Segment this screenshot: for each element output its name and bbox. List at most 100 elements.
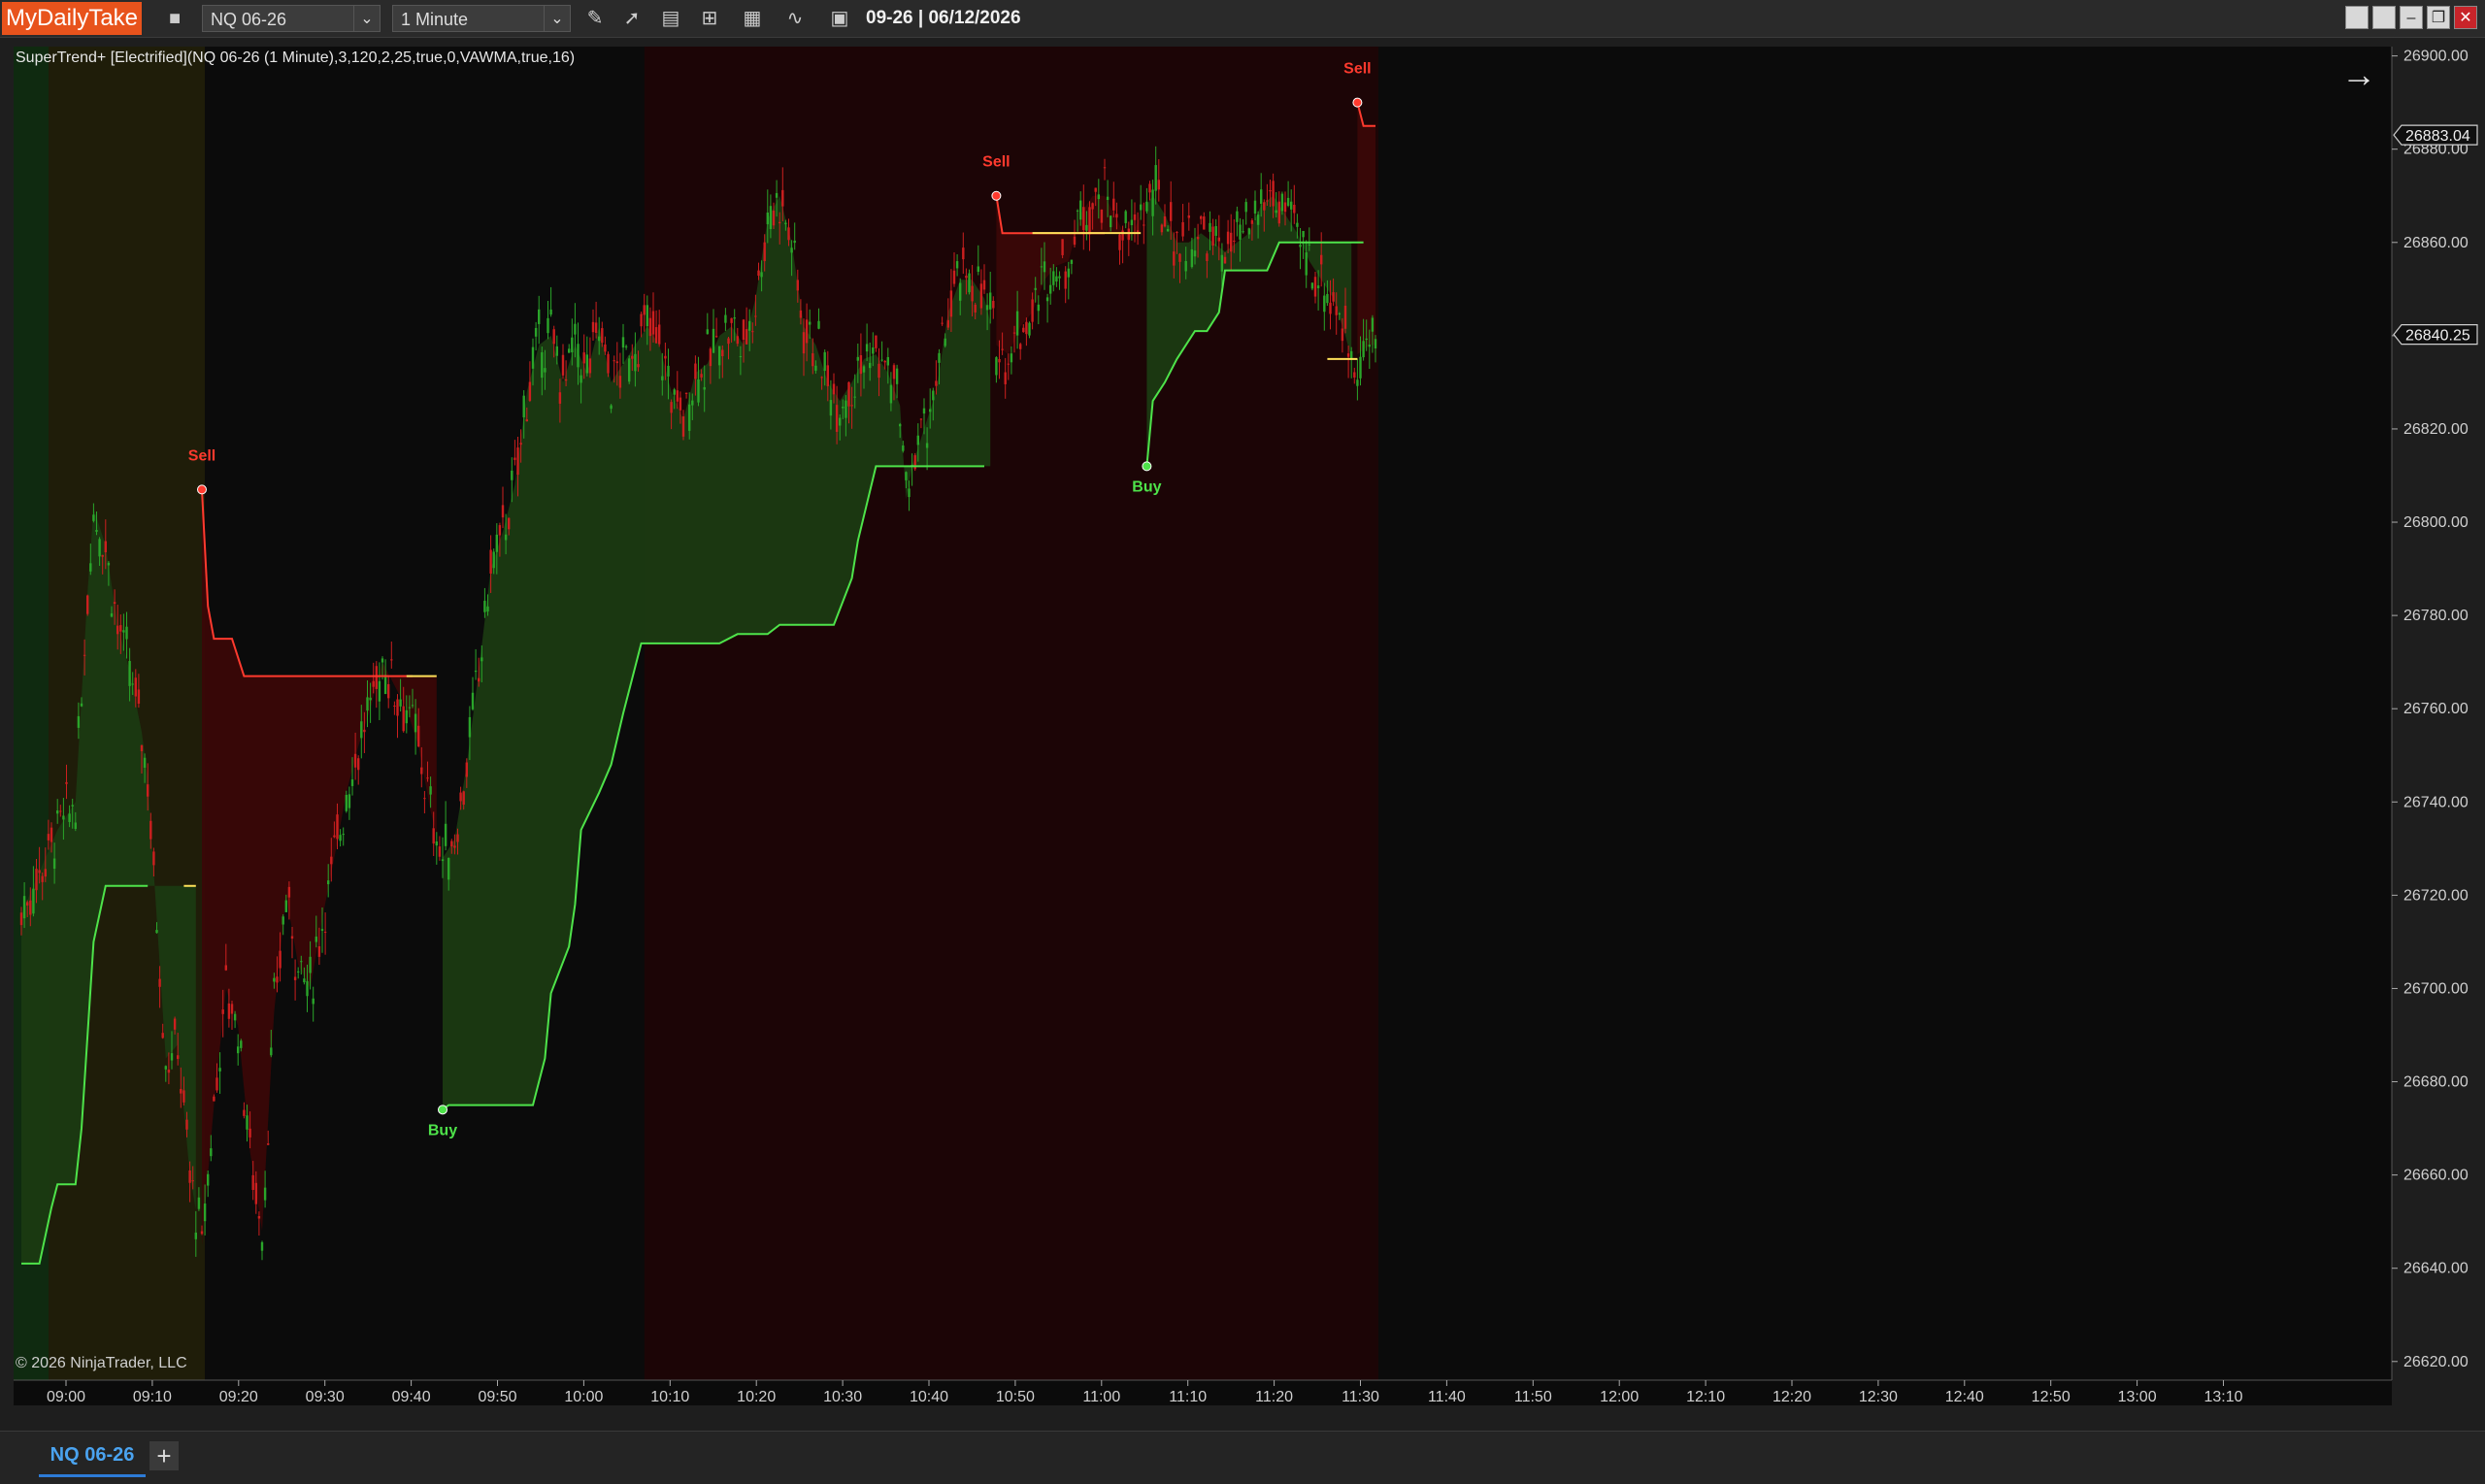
candle-body <box>35 869 38 891</box>
candle-body <box>501 505 505 518</box>
close-icon[interactable]: ✕ <box>2454 6 2477 29</box>
candle-body <box>938 352 941 363</box>
candle-body <box>892 365 896 379</box>
link-icon[interactable] <box>2372 6 2396 29</box>
candle-body <box>959 282 962 301</box>
candle-body <box>694 363 697 379</box>
chevron-down-icon[interactable]: ⌄ <box>353 6 380 31</box>
candle-body <box>1173 251 1176 266</box>
candle-body <box>1233 240 1236 242</box>
candle-body <box>50 827 53 842</box>
tab-nq[interactable]: NQ 06-26 <box>39 1435 146 1477</box>
strategies-icon[interactable]: ∿ <box>780 5 810 32</box>
candle-body <box>213 1096 215 1102</box>
candle-body <box>850 405 853 407</box>
price-tag-label: 26840.25 <box>2405 328 2470 345</box>
candle-body <box>161 1033 164 1039</box>
candle-body <box>1277 201 1280 224</box>
candle-body <box>886 356 889 366</box>
candle-body <box>875 335 878 348</box>
candle-body <box>745 329 748 345</box>
candle-body <box>345 794 348 811</box>
candle-body <box>1368 345 1371 347</box>
chart-trader-icon[interactable]: ▣ <box>825 5 854 32</box>
data-box-icon[interactable]: ▤ <box>656 5 685 32</box>
candle-body <box>684 392 688 394</box>
candle-body <box>1296 222 1299 227</box>
x-tick-label: 12:20 <box>1773 1389 1811 1405</box>
candle-body <box>628 358 631 382</box>
candle-body <box>547 317 549 334</box>
indicators-icon[interactable]: ▦ <box>738 5 767 32</box>
candle-body <box>989 292 992 310</box>
candle-body <box>1022 327 1025 333</box>
candle-body <box>784 222 787 225</box>
candle-body <box>1019 344 1022 349</box>
candle-body <box>793 240 796 244</box>
candle-body <box>1049 284 1052 294</box>
candle-body <box>646 305 648 327</box>
candle-body <box>131 683 134 685</box>
candle-body <box>182 1090 185 1103</box>
candle-body <box>170 1053 174 1061</box>
candle-body <box>826 365 829 386</box>
candle-body <box>77 715 81 728</box>
candle-body <box>402 706 405 732</box>
candle-body <box>293 976 297 980</box>
x-tick-label: 09:00 <box>47 1389 85 1405</box>
candle-body <box>1045 297 1049 302</box>
interval-selector[interactable]: 1 Minute ⌄ <box>392 5 571 32</box>
minimize-icon[interactable]: – <box>2400 6 2423 29</box>
chevron-down-icon[interactable]: ⌄ <box>544 6 570 31</box>
instrument-selector[interactable]: NQ 06-26 ⌄ <box>202 5 381 32</box>
data-series-icon[interactable]: ■ <box>161 5 188 32</box>
candle-body <box>775 192 779 198</box>
add-tab-icon[interactable]: + <box>149 1441 179 1470</box>
candle-body <box>303 978 306 983</box>
candle-body <box>92 514 95 521</box>
brand-logo[interactable]: MyDailyTake <box>2 2 142 35</box>
candle-body <box>405 709 408 724</box>
candle-body <box>714 336 718 338</box>
restore-icon[interactable]: ❐ <box>2427 6 2450 29</box>
candle-body <box>221 1009 224 1014</box>
candle-body <box>919 418 923 420</box>
candle-body <box>1097 194 1100 200</box>
candle-body <box>1275 210 1277 214</box>
candle-body <box>1012 332 1016 334</box>
candle-body <box>1341 328 1344 342</box>
instrument-value: NQ 06-26 <box>211 10 287 29</box>
candle-body <box>432 828 435 844</box>
candle-body <box>555 346 558 356</box>
candle-body <box>832 383 836 395</box>
x-tick-label: 09:50 <box>478 1389 516 1405</box>
candle-body <box>348 794 351 808</box>
candle-body <box>673 389 676 395</box>
drawing-tool-icon[interactable]: ✎ <box>580 5 610 32</box>
pointer-icon[interactable]: ➚ <box>617 5 646 32</box>
candle-body <box>414 713 417 733</box>
price-chart[interactable]: Sell Buy Sell Buy Sell 26620.00 26640.00 26660.… <box>0 45 2485 1436</box>
window-option-icon[interactable] <box>2345 6 2369 29</box>
candle-body <box>872 346 875 354</box>
candle-body <box>676 390 679 402</box>
candle-body <box>1043 261 1046 273</box>
signal-dot <box>991 190 1002 201</box>
x-tick-label: 12:30 <box>1859 1389 1898 1405</box>
candle-body <box>528 381 532 401</box>
interval-value: 1 Minute <box>401 10 469 29</box>
candle-body <box>1335 306 1338 315</box>
candle-body <box>59 810 62 812</box>
candle-body <box>80 703 83 707</box>
arrow-right-icon[interactable]: → <box>2341 54 2376 95</box>
candle-body <box>1250 219 1254 224</box>
candle-body <box>191 1180 194 1182</box>
candle-body <box>1329 302 1332 314</box>
chart-panel[interactable]: Sell Buy Sell Buy Sell 26620.00 26640.00 26660.… <box>0 45 2485 1436</box>
candle-body <box>1181 221 1184 237</box>
candle-body <box>1055 276 1058 282</box>
y-tick-label: 26760.00 <box>2403 701 2468 717</box>
candle-body <box>32 888 35 914</box>
candle-body <box>95 530 98 532</box>
properties-icon[interactable]: ⊞ <box>695 5 724 32</box>
